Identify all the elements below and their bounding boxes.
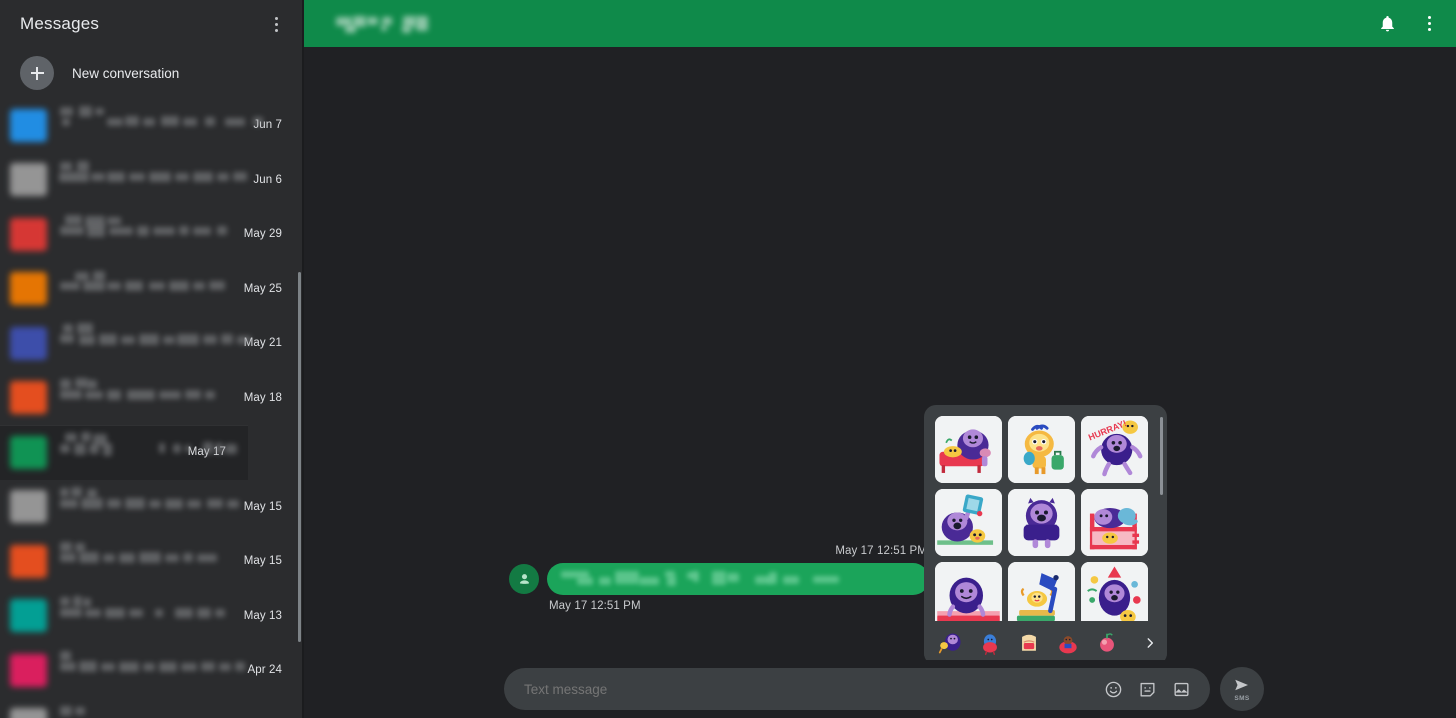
party-monster-confetti-sticker[interactable] [1081,562,1148,629]
message-input[interactable] [524,681,1102,697]
message-composer: SMS [304,660,1456,718]
contact-name-redacted [322,13,462,35]
message-group: May 17 12:51 PM May 17 12:51 PM [509,545,929,612]
conversation-preview-redacted [57,705,282,718]
image-icon[interactable] [1170,678,1192,700]
sticker-icon[interactable] [1136,678,1158,700]
send-button-label: SMS [1234,695,1250,702]
send-button[interactable]: SMS [1220,667,1264,711]
app-title: Messages [20,14,100,33]
conversation-date: May 25 [243,282,282,295]
yellow-character-with-luggage-sticker[interactable] [1008,416,1075,483]
sidebar-header: Messages [0,0,304,48]
message-row [509,563,929,595]
hooray-jumping-monster-sticker[interactable]: HURRAY! [1081,416,1148,483]
conversation-avatar [10,381,47,415]
conversation-preview-redacted [57,486,244,527]
conversation-list-item[interactable]: May 21 [0,316,304,371]
monster-in-blue-dress-sticker[interactable] [1008,489,1075,556]
pink-berry-category-icon[interactable] [1090,628,1124,658]
conversation-avatar [10,435,47,469]
plus-icon [20,56,54,90]
emoji-smiley-icon[interactable] [1102,678,1124,700]
conversation-list-item[interactable]: Jun 7 [0,98,304,153]
conversation-list-item[interactable]: May 25 [0,262,304,317]
chevron-right-icon[interactable] [1139,632,1161,654]
bell-icon[interactable] [1374,11,1400,37]
conversation-list-item[interactable]: May 13 [0,589,304,644]
sticker-picker-panel: HURRAY! [924,405,1167,660]
conversation-list-item[interactable] [0,698,304,718]
conversation-avatar [10,217,47,251]
conversation-avatar [10,708,47,718]
sidebar-scrollbar[interactable] [298,272,301,642]
conversation-date: May 13 [243,609,282,622]
new-conversation-label: New conversation [72,65,180,81]
monster-category-icon[interactable] [934,628,968,658]
conversation-avatar [10,599,47,633]
conversation-avatar [10,326,47,360]
conversation-preview-redacted [57,323,251,363]
message-thread: May 17 12:51 PM May 17 12:51 PM HURRAY! [304,47,1456,660]
conversation-preview-redacted [57,214,244,254]
conversation-avatar [10,272,47,306]
conversation-preview-redacted [57,160,253,200]
monster-painting-picture-sticker[interactable] [935,489,1002,556]
conversation-date: Jun 6 [253,173,282,186]
text-message-field[interactable] [504,668,1210,710]
conversation-date: May 15 [243,555,282,568]
message-timestamp-bottom: May 17 12:51 PM [549,600,641,612]
person-avatar-icon [509,564,539,594]
red-creature-category-icon[interactable] [1051,628,1085,658]
message-timestamp-top: May 17 12:51 PM [835,545,927,557]
sticker-category-bar [924,621,1167,660]
conversation-sidebar: Messages New conversation Jun 7 Jun 6 May … [0,0,304,718]
sticker-grid: HURRAY! [935,416,1156,629]
purple-monster-on-couch-sticker[interactable] [935,416,1002,483]
conversation-avatar [10,163,47,197]
conversation-list-item[interactable]: May 15 [0,534,304,589]
desk-lamp-flower-books-sticker[interactable] [1008,562,1075,629]
conversation-list-item[interactable]: May 15 [0,480,304,535]
conversation-date: May 29 [243,228,282,241]
new-conversation-button[interactable]: New conversation [0,48,304,98]
conversation-preview-redacted [57,541,244,581]
conversation-preview-redacted [57,432,237,472]
monster-seated-sticker[interactable] [935,562,1002,629]
conversation-avatar [10,108,47,142]
conversation-date: May 15 [243,500,282,513]
conversation-list: Jun 7 Jun 6 May 29 May 25 May 21 May 18 May 17… [0,98,304,718]
conversation-list-item[interactable]: May 17 [0,425,248,480]
conversation-avatar [10,653,47,687]
send-arrow-icon [1235,679,1248,691]
composer-icons [1102,678,1198,700]
conversation-avatar [10,544,47,578]
topbar-actions [1374,0,1442,47]
conversation-preview-redacted [57,377,244,418]
conversation-pane: May 17 12:51 PM May 17 12:51 PM HURRAY! … [304,0,1456,718]
conversation-topbar [304,0,1456,47]
conversation-avatar [10,490,47,524]
blue-bird-category-icon[interactable] [973,628,1007,658]
conversation-list-item[interactable]: Jun 6 [0,153,304,208]
topbar-overflow-menu-icon[interactable] [1416,11,1442,37]
conversation-preview-redacted [57,595,244,636]
conversation-list-item[interactable]: Apr 24 [0,643,304,698]
monster-on-bunk-bed-sticker[interactable] [1081,489,1148,556]
conversation-date: Apr 24 [247,664,282,677]
conversation-list-item[interactable]: May 29 [0,207,304,262]
conversation-preview-redacted [57,650,248,690]
sticker-panel-scrollbar[interactable] [1159,417,1163,495]
toast-category-icon[interactable] [1012,628,1046,658]
conversation-preview-redacted [57,269,244,309]
sidebar-overflow-menu-icon[interactable] [264,12,288,36]
conversation-preview-redacted [57,105,263,145]
conversation-date: May 21 [243,337,282,350]
conversation-list-item[interactable]: May 18 [0,371,304,426]
message-bubble[interactable] [547,563,929,595]
conversation-date: May 18 [243,391,282,404]
messages-app: Messages New conversation Jun 7 Jun 6 May … [0,0,1456,718]
